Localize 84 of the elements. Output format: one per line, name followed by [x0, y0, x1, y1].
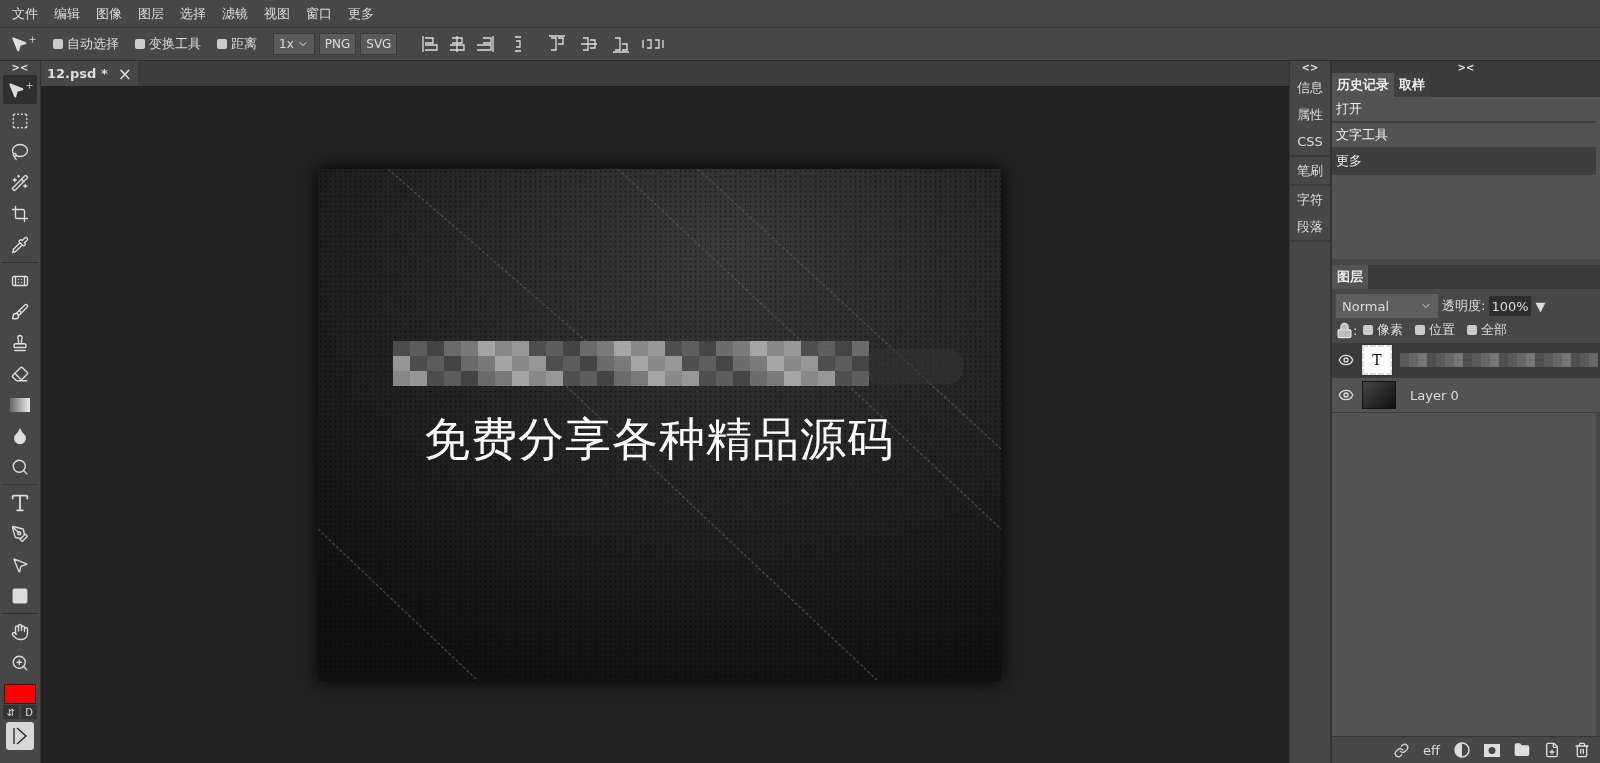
menu-item[interactable]: 窗口 — [298, 4, 340, 23]
pen-icon — [11, 524, 29, 543]
document-tab[interactable]: 12.psd * × — [41, 61, 138, 86]
stamp-icon — [11, 333, 29, 352]
crop-icon — [11, 204, 29, 223]
checkbox-label: 位置 — [1429, 321, 1456, 339]
collapse-toggle[interactable]: >< — [1457, 61, 1475, 74]
menu-item[interactable]: 图像 — [88, 4, 130, 23]
scale-dropdown[interactable]: 1x — [273, 33, 315, 55]
text-layer-thumbnail: T — [1362, 345, 1392, 375]
checkbox[interactable] — [1415, 325, 1426, 335]
play-bar-icon — [12, 727, 28, 745]
panel-tab[interactable]: 字符 — [1290, 186, 1330, 213]
eyedropper-icon — [11, 235, 29, 254]
checkbox[interactable] — [1467, 325, 1478, 335]
zoom-icon — [11, 653, 29, 672]
collapse-toggle[interactable]: >< — [11, 61, 29, 74]
checkbox[interactable] — [217, 39, 227, 49]
gradient-icon — [10, 397, 30, 412]
history-item[interactable]: 更多 — [1332, 149, 1596, 175]
half-circle-icon[interactable] — [1454, 742, 1470, 758]
opacity-menu-arrow[interactable]: ▼ — [1535, 298, 1546, 314]
move-tool-icon — [6, 80, 34, 99]
canvas-text: 免费分享各种精品源码 — [423, 411, 895, 468]
checkbox-label: 距离 — [231, 35, 257, 53]
default-colors-button[interactable]: D — [21, 705, 37, 719]
layer-name: Layer 0 — [1410, 387, 1459, 403]
export-button[interactable]: SVG — [360, 33, 398, 55]
panel-tab[interactable]: 属性 — [1290, 101, 1330, 128]
eraser-icon — [11, 364, 29, 383]
export-button[interactable]: PNG — [318, 33, 357, 55]
collapse-toggle[interactable]: <> — [1301, 61, 1319, 74]
panel-tab[interactable]: 段落 — [1290, 213, 1330, 240]
folder-icon[interactable] — [1514, 742, 1530, 758]
lock-colon: : — [1353, 322, 1358, 338]
opacity-label: 透明度: — [1442, 297, 1486, 315]
quick-mask-button[interactable] — [6, 722, 34, 750]
panel-tab[interactable]: CSS — [1290, 128, 1330, 155]
panel-tab[interactable]: 历史记录 — [1332, 73, 1394, 97]
close-icon[interactable]: × — [117, 63, 132, 84]
effects-button[interactable]: eff — [1423, 742, 1440, 758]
panel-tab[interactable]: 信息 — [1290, 74, 1330, 101]
path-select-icon — [11, 555, 29, 574]
mask-icon[interactable] — [1484, 743, 1500, 757]
checkbox[interactable] — [53, 39, 63, 49]
menu-item[interactable]: 视图 — [256, 4, 298, 23]
checkbox[interactable] — [135, 39, 145, 49]
lasso-icon — [11, 142, 29, 161]
link-icon[interactable] — [1394, 742, 1410, 758]
brush-icon — [11, 302, 29, 321]
opacity-field[interactable]: 100% — [1489, 296, 1532, 316]
eye-icon[interactable] — [1338, 352, 1354, 368]
menu-item[interactable]: 图层 — [130, 4, 172, 23]
drop-icon — [11, 426, 29, 445]
rectangle-icon — [11, 586, 29, 605]
layer-row[interactable]: Layer 0 — [1332, 378, 1600, 413]
tool-button[interactable] — [3, 75, 37, 104]
hand-icon — [11, 622, 29, 641]
panel-tab[interactable]: 取样 — [1394, 73, 1430, 97]
dodge-icon — [11, 457, 29, 476]
checkbox-label: 自动选择 — [67, 35, 119, 53]
lock-icon — [1336, 321, 1353, 339]
panel-tab[interactable]: 图层 — [1332, 265, 1368, 289]
checkbox-label: 像素 — [1377, 321, 1404, 339]
menu-item[interactable]: 更多 — [340, 4, 382, 23]
blend-mode-dropdown[interactable]: Normal — [1336, 294, 1438, 318]
checkbox-label: 全部 — [1481, 321, 1508, 339]
panel-tab[interactable]: 笔刷 — [1290, 157, 1330, 184]
menu-item[interactable]: 编辑 — [46, 4, 88, 23]
trash-icon[interactable] — [1574, 742, 1590, 758]
eye-icon[interactable] — [1338, 387, 1354, 403]
menu-item[interactable]: 选择 — [172, 4, 214, 23]
layer-thumbnail — [1362, 381, 1396, 409]
layer-row[interactable]: T — [1332, 343, 1600, 378]
menu-item[interactable]: 文件 — [4, 4, 46, 23]
menu-item[interactable]: 滤镜 — [214, 4, 256, 23]
move-tool-icon[interactable] — [10, 35, 37, 53]
quick-select-icon — [11, 173, 29, 192]
checkbox-label: 变换工具 — [149, 35, 201, 53]
foreground-color-swatch[interactable] — [4, 684, 36, 704]
marquee-icon — [11, 111, 29, 130]
swap-colors-button[interactable]: ⇵ — [3, 705, 19, 719]
new-layer-icon[interactable] — [1544, 742, 1560, 758]
checkbox[interactable] — [1363, 325, 1374, 335]
